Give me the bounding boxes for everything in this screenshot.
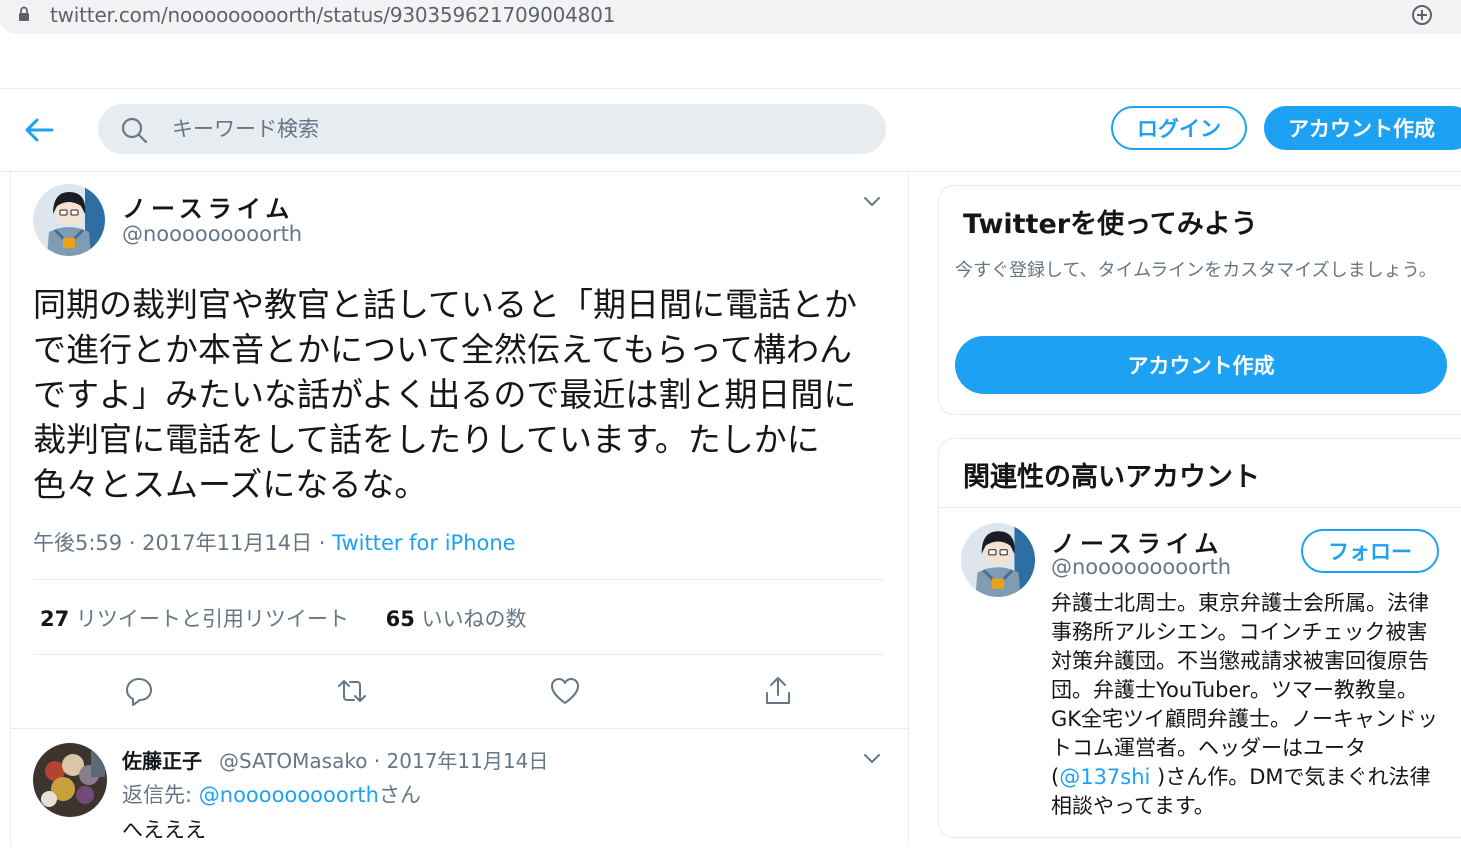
signup-card: Twitterを使ってみよう 今すぐ登録して、タイムラインをカスタマイズしましょ… — [938, 185, 1461, 415]
back-arrow-icon[interactable] — [24, 117, 54, 143]
search-icon — [121, 117, 148, 144]
login-button[interactable]: ログイン — [1111, 106, 1247, 150]
tweet-source[interactable]: Twitter for iPhone — [332, 531, 516, 555]
browser-url[interactable]: twitter.com/nooooooooorth/status/9303596… — [50, 3, 615, 27]
avatar-photo — [33, 743, 107, 817]
top-header: ログイン アカウント作成 — [0, 88, 1461, 172]
avatar-illustration — [961, 523, 1035, 597]
tweet-time[interactable]: 午後5:59 · 2017年11月14日 · — [33, 531, 332, 555]
divider — [33, 654, 884, 655]
zoom-icon[interactable] — [1410, 3, 1434, 27]
related-account-handle[interactable]: @nooooooooorth — [1051, 555, 1231, 579]
tweet-stats: 27 リツイートと引用リツイート 65 いいねの数 — [40, 603, 527, 633]
retweet-count: 27 — [40, 607, 70, 631]
author-handle[interactable]: @nooooooooorth — [122, 222, 302, 246]
replying-prefix: 返信先: — [122, 783, 199, 807]
follow-button[interactable]: フォロー — [1301, 529, 1439, 573]
retweet-stat[interactable]: 27 リツイートと引用リツイート — [40, 607, 349, 631]
avatar[interactable] — [33, 184, 105, 256]
share-icon[interactable] — [762, 675, 794, 707]
signup-card-title: Twitterを使ってみよう — [963, 209, 1258, 240]
signup-card-button[interactable]: アカウント作成 — [955, 336, 1447, 394]
replying-handle-link[interactable]: @nooooooooorth — [199, 783, 379, 807]
divider — [939, 507, 1461, 508]
bio-mention-link[interactable]: @137shi — [1059, 765, 1150, 789]
signup-button[interactable]: アカウント作成 — [1264, 106, 1461, 150]
chevron-down-icon[interactable] — [863, 196, 881, 208]
author-name[interactable]: ノースライム — [122, 189, 294, 224]
like-stat[interactable]: 65 いいねの数 — [386, 607, 527, 631]
like-count: 65 — [385, 607, 415, 631]
tweet-detail-column: ノースライム @nooooooooorth 同期の裁判官や教官と話していると「期… — [10, 170, 909, 845]
reply-tweet[interactable]: 佐藤正子 @SATOMasako · 2017年11月14日 返信先: @noo… — [11, 728, 908, 849]
related-account-bio: 弁護士北周士。東京弁護士会所属。法律事務所アルシエン。コインチェック被害対策弁護… — [1051, 589, 1443, 821]
replying-suffix: さん — [378, 783, 421, 807]
reply-icon[interactable] — [123, 675, 155, 707]
reply-text: へえええ — [122, 818, 206, 842]
browser-url-bar[interactable]: twitter.com/nooooooooorth/status/9303596… — [0, 0, 1461, 34]
like-heart-icon[interactable] — [549, 675, 581, 707]
replying-to: 返信先: @nooooooooorthさん — [122, 779, 421, 809]
avatar-illustration — [33, 184, 105, 256]
search-input[interactable] — [172, 116, 852, 142]
avatar[interactable] — [33, 743, 107, 817]
reply-handle-date[interactable]: @SATOMasako · 2017年11月14日 — [219, 745, 548, 774]
related-account-name[interactable]: ノースライム — [1051, 524, 1223, 559]
divider — [33, 579, 884, 580]
related-accounts-card: 関連性の高いアカウント ノースライム @nooooooooorth フォロー 弁… — [938, 438, 1461, 838]
tweet-text: 同期の裁判官や教官と話していると「期日間に電話とかで進行とか本音とかについて全然… — [33, 285, 858, 504]
signup-card-subtitle: 今すぐ登録して、タイムラインをカスタマイズしましょう。 — [955, 260, 1437, 281]
tweet-timestamp: 午後5:59 · 2017年11月14日 · Twitter for iPhon… — [33, 527, 516, 557]
retweet-icon[interactable] — [336, 675, 368, 707]
related-title: 関連性の高いアカウント — [963, 462, 1260, 493]
search-box[interactable] — [98, 104, 886, 154]
avatar[interactable] — [961, 523, 1035, 597]
like-label: いいねの数 — [414, 607, 527, 631]
lock-icon — [19, 6, 29, 21]
bio-text: 弁護士北周士。東京弁護士会所属。法律事務所アルシエン。コインチェック被害対策弁護… — [1051, 591, 1439, 789]
retweet-label: リツイートと引用リツイート — [69, 607, 349, 631]
chevron-down-icon[interactable] — [863, 753, 881, 765]
reply-author-name[interactable]: 佐藤正子 — [122, 745, 202, 774]
